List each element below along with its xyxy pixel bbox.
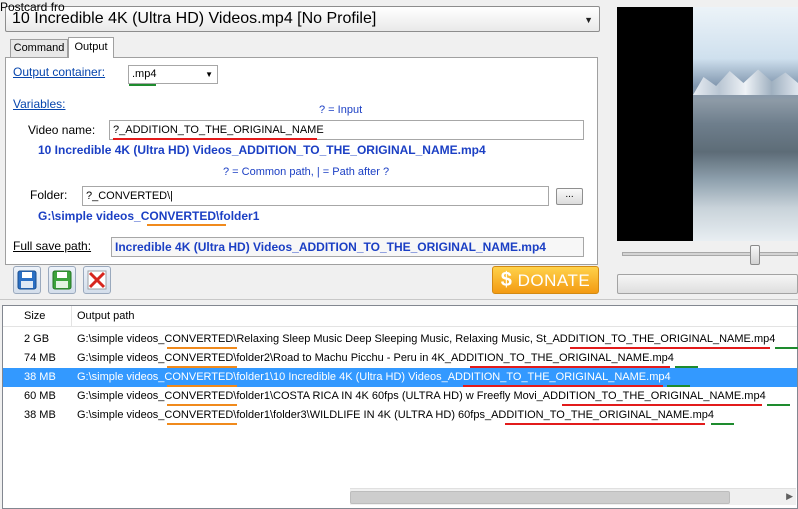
- row-path: G:\simple videos_CONVERTED\folder1\folde…: [77, 409, 714, 421]
- save-green-icon: [52, 270, 72, 290]
- annotation-underline: [167, 366, 237, 368]
- delete-button[interactable]: [83, 266, 111, 294]
- row-size: 60 MB: [24, 390, 56, 402]
- row-path: G:\simple videos_CONVERTED\Relaxing Slee…: [77, 333, 776, 345]
- annotation-underline: [167, 347, 237, 349]
- row-path: G:\simple videos_CONVERTED\folder1\COSTA…: [77, 390, 766, 402]
- annotation-underline: [667, 385, 690, 387]
- video-name-label: Video name:: [28, 123, 96, 137]
- annotation-underline: [470, 366, 670, 368]
- folder-preview: G:\simple videos_CONVERTED\folder1: [38, 209, 260, 223]
- table-header: Size Output path: [3, 306, 797, 327]
- folder-input[interactable]: ?_CONVERTED\|: [82, 186, 549, 206]
- folder-label: Folder:: [30, 188, 68, 202]
- video-frame: [693, 7, 798, 241]
- tab-command[interactable]: Command: [10, 39, 68, 57]
- preview-bar[interactable]: [617, 274, 798, 294]
- annotation-underline: [505, 423, 705, 425]
- annotation-underline: [463, 385, 663, 387]
- donate-label: DONATE: [517, 271, 591, 290]
- row-size: 38 MB: [24, 409, 56, 421]
- output-panel: [5, 57, 598, 265]
- output-container-link[interactable]: Output container:: [13, 65, 105, 79]
- video-preview: [617, 7, 798, 241]
- annotation-underline: [167, 404, 237, 406]
- scrollbar-thumb[interactable]: [350, 491, 730, 504]
- annotation-underline: [167, 423, 237, 425]
- container-select[interactable]: .mp4 ▼: [128, 65, 218, 84]
- annotation-underline: [129, 84, 156, 86]
- dollar-icon: $: [500, 269, 513, 291]
- save-icon: [17, 270, 37, 290]
- row-size: 38 MB: [24, 371, 56, 383]
- annotation-underline: [167, 385, 237, 387]
- annotation-underline: [570, 347, 770, 349]
- chevron-down-icon: ▼: [205, 70, 213, 79]
- seek-track[interactable]: [622, 252, 798, 256]
- chevron-down-icon: ▼: [584, 15, 593, 25]
- annotation-underline: [675, 366, 698, 368]
- tab-output[interactable]: Output: [68, 37, 114, 58]
- video-name-preview: 10 Incredible 4K (Ultra HD) Videos_ADDIT…: [38, 143, 486, 157]
- hint-paths: ? = Common path, | = Path after ?: [223, 166, 390, 178]
- save-button[interactable]: [13, 266, 41, 294]
- variables-link[interactable]: Variables:: [13, 97, 65, 111]
- scroll-right-icon[interactable]: ▶: [786, 491, 793, 502]
- annotation-underline: [562, 404, 762, 406]
- annotation-underline: [767, 404, 790, 406]
- seek-thumb[interactable]: [750, 245, 760, 265]
- save-profile-button[interactable]: [48, 266, 76, 294]
- hint-input: ? = Input: [319, 104, 363, 116]
- annotation-underline: [775, 347, 798, 349]
- annotation-underline: [711, 423, 734, 425]
- profile-select[interactable]: 10 Incredible 4K (Ultra HD) Videos.mp4 […: [5, 6, 600, 32]
- splitter[interactable]: [0, 299, 798, 304]
- delete-icon: [87, 270, 107, 290]
- column-output-path[interactable]: Output path: [77, 310, 135, 322]
- annotation-underline: [113, 138, 317, 140]
- video-watermark: Postcard fro: [0, 0, 65, 14]
- video-name-input[interactable]: ?_ADDITION_TO_THE_ORIGINAL_NAME: [109, 120, 584, 140]
- row-path: G:\simple videos_CONVERTED\folder2\Road …: [77, 352, 674, 364]
- horizontal-scrollbar[interactable]: ▶: [350, 488, 796, 505]
- row-path: G:\simple videos_CONVERTED\folder1\10 In…: [77, 371, 671, 383]
- row-size: 74 MB: [24, 352, 56, 364]
- column-size[interactable]: Size: [24, 310, 45, 322]
- annotation-underline: [147, 224, 226, 226]
- profile-select-value: 10 Incredible 4K (Ultra HD) Videos.mp4 […: [12, 10, 377, 27]
- output-table: Size Output path 2 GB G:\simple videos_C…: [2, 305, 798, 509]
- browse-button[interactable]: ...: [556, 188, 583, 205]
- full-save-path-field: Incredible 4K (Ultra HD) Videos_ADDITION…: [111, 237, 584, 257]
- row-size: 2 GB: [24, 333, 50, 345]
- donate-button[interactable]: $ DONATE: [492, 266, 599, 294]
- container-select-value: .mp4: [132, 68, 157, 80]
- column-divider: [71, 306, 72, 327]
- full-save-path-link[interactable]: Full save path:: [13, 239, 91, 253]
